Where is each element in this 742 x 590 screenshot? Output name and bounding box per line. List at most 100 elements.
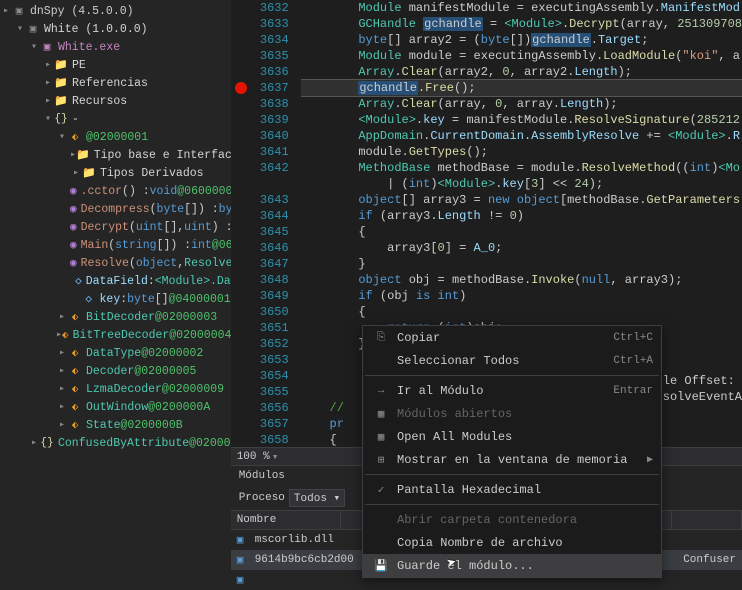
tree-item[interactable]: ▸📁PE	[0, 56, 231, 74]
tree-item[interactable]: ▾▣White.exe	[0, 38, 231, 56]
menu-shortcut: Ctrl+A	[613, 355, 653, 367]
menu-item[interactable]: Copia Nombre de archivo	[363, 531, 661, 554]
tree-item[interactable]: ◉.cctor() : void @06000005	[0, 182, 231, 200]
tree-item[interactable]: ▾⬖ @02000001	[0, 128, 231, 146]
code-line[interactable]: if (array3.Length != 0)	[301, 208, 742, 224]
overflow-text: le Offset: solveEventA	[663, 373, 742, 405]
tree-item[interactable]: ▸⬖OutWindow @0200000A	[0, 398, 231, 416]
menu-separator	[365, 504, 659, 505]
tree-item[interactable]: ▸⬖LzmaDecoder @02000009	[0, 380, 231, 398]
tree-item[interactable]: ◉Main(string[]) : int @060	[0, 236, 231, 254]
line-number: 3640	[231, 128, 289, 144]
col-name[interactable]: Nombre	[231, 511, 341, 529]
menu-label: Guarde el módulo...	[397, 559, 653, 573]
code-line[interactable]: byte[] array2 = (byte[])gchandle.Target;	[301, 32, 742, 48]
tree-item[interactable]: ▸⬖BitTreeDecoder @02000004	[0, 326, 231, 344]
tree-item[interactable]: ◉Decrypt(uint[], uint) : GC	[0, 218, 231, 236]
line-number: 3654	[231, 368, 289, 384]
root-node[interactable]: ▸▣ dnSpy (4.5.0.0)	[0, 2, 231, 20]
breakpoint-icon[interactable]	[235, 82, 247, 94]
code-line[interactable]: Array.Clear(array2, 0, array2.Length);	[301, 64, 742, 80]
code-line[interactable]: MethodBase methodBase = module.ResolveMe…	[301, 160, 742, 176]
menu-shortcut: Entrar	[613, 385, 653, 397]
assembly-explorer[interactable]: ▸▣ dnSpy (4.5.0.0) ▾▣White (1.0.0.0)▾▣Wh…	[0, 0, 231, 590]
menu-label: Abrir carpeta contenedora	[397, 513, 653, 527]
context-menu[interactable]: ⎘CopiarCtrl+CSeleccionar TodosCtrl+A→Ir …	[362, 325, 662, 578]
line-gutter: 3632363336343635363636373638363936403641…	[231, 0, 301, 447]
code-line[interactable]: AppDomain.CurrentDomain.AssemblyResolve …	[301, 128, 742, 144]
tree-item[interactable]: ▸⬖BitDecoder @02000003	[0, 308, 231, 326]
code-line[interactable]: | (int)<Module>.key[3] << 24);	[301, 176, 742, 192]
line-number: 3634	[231, 32, 289, 48]
zoom-value[interactable]: 100 %	[237, 451, 270, 463]
code-line[interactable]: gchandle.Free();	[301, 80, 742, 96]
code-line[interactable]: Array.Clear(array, 0, array.Length);	[301, 96, 742, 112]
module-icon: ▣	[237, 553, 251, 567]
tree-item[interactable]: ◇key : byte[] @04000001	[0, 290, 231, 308]
line-number: 3644	[231, 208, 289, 224]
menu-label: Copia Nombre de archivo	[397, 536, 653, 550]
line-number: 3657	[231, 416, 289, 432]
menu-icon: ▦	[371, 407, 391, 421]
menu-icon: →	[371, 385, 391, 397]
menu-item[interactable]: 💾Guarde el módulo...	[363, 554, 661, 577]
menu-label: Seleccionar Todos	[397, 354, 613, 368]
menu-item[interactable]: ⊞Mostrar en la ventana de memoria▶	[363, 448, 661, 471]
line-number	[231, 176, 289, 192]
menu-label: Ir al Módulo	[397, 384, 613, 398]
line-number: 3651	[231, 320, 289, 336]
code-line[interactable]: Module module = executingAssembly.LoadMo…	[301, 48, 742, 64]
code-line[interactable]: Module manifestModule = executingAssembl…	[301, 0, 742, 16]
menu-item[interactable]: ⎘CopiarCtrl+C	[363, 326, 661, 349]
line-number: 3645	[231, 224, 289, 240]
tree-item[interactable]: ▸⬖DataType @02000002	[0, 344, 231, 362]
menu-item: Abrir carpeta contenedora	[363, 508, 661, 531]
line-number: 3639	[231, 112, 289, 128]
menu-item[interactable]: → Ir al MóduloEntrar	[363, 379, 661, 402]
tree-item[interactable]: ▸📁Tipo base e Interfaces	[0, 146, 231, 164]
tree-item[interactable]: ▾{}-	[0, 110, 231, 128]
tree-item[interactable]: ▸📁Referencias	[0, 74, 231, 92]
col-opt[interactable]	[672, 511, 742, 529]
tree-item[interactable]: ▸{}ConfusedByAttribute @02000	[0, 434, 231, 452]
code-line[interactable]: <Module>.key = manifestModule.ResolveSig…	[301, 112, 742, 128]
tree-item[interactable]: ◇DataField : <Module>.Da	[0, 272, 231, 290]
zoom-dropdown-icon[interactable]: ▾	[272, 450, 279, 464]
line-number: 3653	[231, 352, 289, 368]
menu-item[interactable]: Seleccionar TodosCtrl+A	[363, 349, 661, 372]
line-number: 3652	[231, 336, 289, 352]
tree-item[interactable]: ◉Decompress(byte[]) : byte	[0, 200, 231, 218]
line-number: 3656	[231, 400, 289, 416]
line-number: 3655	[231, 384, 289, 400]
menu-label: Módulos abiertos	[397, 407, 653, 421]
line-number: 3637	[231, 80, 289, 96]
line-number: 3642	[231, 160, 289, 176]
code-line[interactable]: object[] array3 = new object[methodBase.…	[301, 192, 742, 208]
code-line[interactable]: object obj = methodBase.Invoke(null, arr…	[301, 272, 742, 288]
tree-item[interactable]: ▸📁Recursos	[0, 92, 231, 110]
menu-separator	[365, 474, 659, 475]
line-number: 3649	[231, 288, 289, 304]
menu-separator	[365, 375, 659, 376]
code-line[interactable]: }	[301, 256, 742, 272]
tree-item[interactable]: ◉Resolve(object, ResolveEv	[0, 254, 231, 272]
code-line[interactable]: GCHandle gchandle = <Module>.Decrypt(arr…	[301, 16, 742, 32]
menu-item[interactable]: ✓Pantalla Hexadecimal	[363, 478, 661, 501]
process-label: Proceso	[239, 492, 285, 504]
tree-item[interactable]: ▸⬖Decoder @02000005	[0, 362, 231, 380]
code-line[interactable]: {	[301, 304, 742, 320]
menu-label: Pantalla Hexadecimal	[397, 483, 653, 497]
tree-item[interactable]: ▸📁Tipos Derivados	[0, 164, 231, 182]
process-dropdown[interactable]: Todos ▾	[289, 489, 345, 507]
tree-item[interactable]: ▾▣White (1.0.0.0)	[0, 20, 231, 38]
line-number: 3638	[231, 96, 289, 112]
line-number: 3643	[231, 192, 289, 208]
menu-item[interactable]: ▦Open All Modules	[363, 425, 661, 448]
tree-item[interactable]: ▸⬖State @0200000B	[0, 416, 231, 434]
menu-label: Open All Modules	[397, 430, 653, 444]
line-number: 3636	[231, 64, 289, 80]
code-line[interactable]: {	[301, 224, 742, 240]
code-line[interactable]: if (obj is int)	[301, 288, 742, 304]
code-line[interactable]: module.GetTypes();	[301, 144, 742, 160]
code-line[interactable]: array3[0] = A_0;	[301, 240, 742, 256]
